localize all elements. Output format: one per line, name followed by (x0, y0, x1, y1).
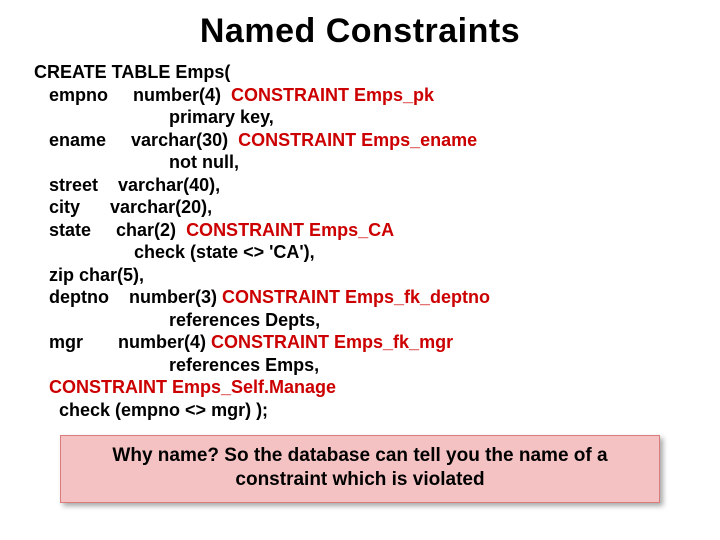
code-line: not null, (34, 152, 239, 172)
code-line: check (state <> 'CA'), (34, 242, 315, 262)
code-line: CREATE TABLE Emps( (34, 62, 230, 82)
callout-container: Why name? So the database can tell you t… (60, 435, 660, 503)
code-line: city varchar(20), (34, 197, 212, 217)
code-line: zip char(5), (34, 265, 144, 285)
constraint-name: CONSTRAINT Emps_Self.Manage (34, 377, 336, 397)
code-line: deptno number(3) (34, 287, 222, 307)
constraint-name: CONSTRAINT Emps_CA (186, 220, 394, 240)
code-block: CREATE TABLE Emps( empno number(4) CONST… (0, 61, 720, 421)
code-line: street varchar(40), (34, 175, 220, 195)
code-line: state char(2) (34, 220, 186, 240)
code-line: check (empno <> mgr) ); (34, 400, 268, 420)
callout-box: Why name? So the database can tell you t… (60, 435, 660, 503)
constraint-name: CONSTRAINT Emps_fk_deptno (222, 287, 490, 307)
slide-title: Named Constraints (0, 12, 720, 51)
code-line: references Depts, (34, 310, 320, 330)
code-line: ename varchar(30) (34, 130, 238, 150)
code-line: mgr number(4) (34, 332, 211, 352)
slide: Named Constraints CREATE TABLE Emps( emp… (0, 12, 720, 540)
code-line: references Emps, (34, 355, 319, 375)
constraint-name: CONSTRAINT Emps_ename (238, 130, 477, 150)
code-line: empno number(4) (34, 85, 231, 105)
code-line: primary key, (34, 107, 274, 127)
constraint-name: CONSTRAINT Emps_pk (231, 85, 434, 105)
constraint-name: CONSTRAINT Emps_fk_mgr (211, 332, 453, 352)
